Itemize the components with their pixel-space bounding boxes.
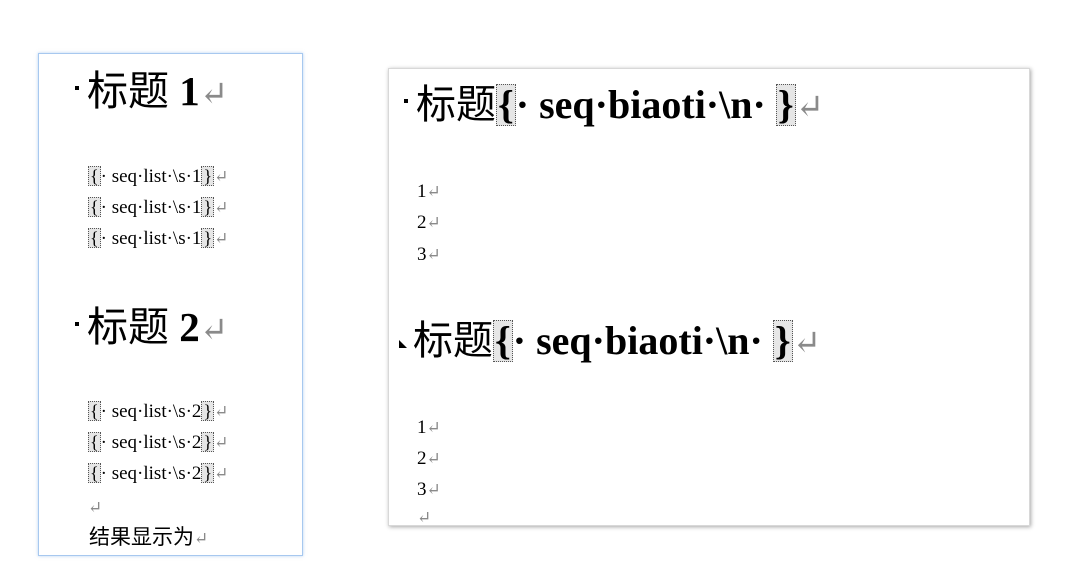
paragraph-mark-icon: ↵: [426, 418, 441, 437]
field-open-brace: {: [88, 166, 101, 186]
number-line[interactable]: 1↵: [417, 181, 441, 203]
field-close-brace: }: [201, 197, 215, 217]
heading-2[interactable]: 标题{· seq·biaoti·\n· }↵: [399, 318, 821, 367]
seq-field-line[interactable]: {· seq·list·\s·1} ↵: [88, 166, 228, 188]
paragraph-mark-icon: ↵: [426, 245, 441, 264]
paragraph-mark-icon: ↵: [426, 449, 441, 468]
field-close-brace: }: [201, 463, 215, 483]
paragraph-mark-icon: ↵: [214, 433, 229, 452]
heading-bullet-icon: [399, 340, 407, 348]
field-code: · seq·list·\s·1: [100, 166, 202, 187]
field-open-brace: {: [493, 318, 513, 363]
field-code: · seq·list·\s·2: [100, 463, 202, 484]
field-close-brace: }: [201, 432, 215, 452]
result-text-line[interactable]: 结果显示为↵: [89, 525, 208, 551]
field-close-brace: }: [201, 228, 215, 248]
field-code: · seq·biaoti·\n·: [512, 318, 773, 363]
paragraph-mark-icon: ↵: [426, 213, 441, 232]
heading-2[interactable]: 标题 2↵: [75, 304, 228, 354]
field-code: · seq·biaoti·\n·: [515, 82, 776, 127]
paragraph-mark-icon: ↵: [194, 529, 209, 548]
seq-field-line[interactable]: {· seq·list·\s·2} ↵: [88, 401, 228, 423]
paragraph-mark-icon: ↵: [426, 480, 441, 499]
heading-bullet-icon: [75, 85, 79, 90]
heading-1[interactable]: 标题 1↵: [75, 68, 228, 118]
heading-bullet-icon: [75, 321, 79, 326]
field-code: · seq·list·\s·2: [100, 401, 202, 422]
paragraph-mark-icon: ↵: [417, 508, 432, 527]
number-line[interactable]: 3↵: [417, 479, 441, 501]
empty-paragraph[interactable]: ↵: [88, 494, 102, 520]
paragraph-mark-icon: ↵: [214, 167, 229, 186]
field-close-brace: }: [201, 401, 215, 421]
field-code: · seq·list·\s·1: [100, 228, 202, 249]
paragraph-mark-icon: ↵: [214, 229, 229, 248]
field-code: · seq·list·\s·1: [100, 197, 202, 218]
left-document-page: 标题 1↵ {· seq·list·\s·1} ↵ {· seq·list·\s·…: [38, 53, 303, 556]
field-open-brace: {: [88, 401, 101, 421]
field-close-brace: }: [772, 318, 793, 363]
paragraph-mark-icon: ↵: [426, 182, 441, 201]
heading-1[interactable]: 标题{· seq·biaoti·\n· }↵: [404, 82, 824, 131]
paragraph-mark-icon: ↵: [214, 402, 229, 421]
seq-field-line[interactable]: {· seq·list·\s·2} ↵: [88, 432, 228, 454]
paragraph-mark-icon: ↵: [199, 312, 229, 349]
field-open-brace: {: [496, 82, 516, 127]
number-line[interactable]: 3↵: [417, 244, 441, 266]
paragraph-mark-icon: ↵: [214, 464, 229, 483]
number-line[interactable]: 2↵: [417, 448, 441, 470]
number-line[interactable]: 2↵: [417, 212, 441, 234]
result-text: 结果显示为: [89, 525, 194, 549]
field-close-brace: }: [201, 166, 215, 186]
seq-field-line[interactable]: {· seq·list·\s·1} ↵: [88, 197, 228, 219]
empty-paragraph[interactable]: ↵: [417, 507, 431, 529]
paragraph-mark-icon: ↵: [795, 89, 825, 126]
number-line[interactable]: 1↵: [417, 417, 441, 439]
paragraph-mark-icon: ↵: [214, 198, 229, 217]
paragraph-mark-icon: ↵: [199, 76, 229, 113]
seq-field-line[interactable]: {· seq·list·\s·2} ↵: [88, 463, 228, 485]
paragraph-mark-icon: ↵: [792, 325, 822, 362]
heading-bullet-icon: [404, 98, 408, 103]
field-open-brace: {: [88, 228, 101, 248]
field-open-brace: {: [88, 197, 101, 217]
seq-field-line[interactable]: {· seq·list·\s·1} ↵: [88, 228, 228, 250]
right-document-page: 标题{· seq·biaoti·\n· }↵ 1↵ 2↵ 3↵ 标题{· seq…: [388, 68, 1030, 529]
paragraph-mark-icon: ↵: [88, 498, 103, 517]
field-open-brace: {: [88, 463, 101, 483]
field-open-brace: {: [88, 432, 101, 452]
field-code: · seq·list·\s·2: [100, 432, 202, 453]
field-close-brace: }: [775, 82, 796, 127]
